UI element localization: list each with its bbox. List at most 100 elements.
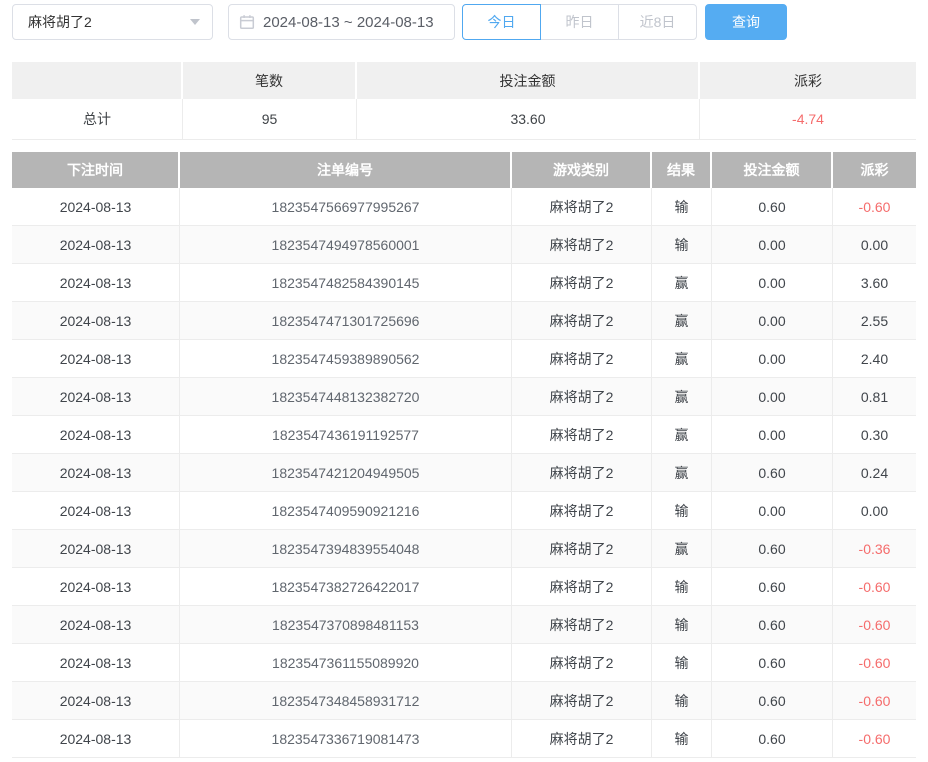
cell-payout: -0.36 <box>833 530 916 568</box>
table-row: 2024-08-131823547394839554048麻将胡了2赢0.60-… <box>12 530 916 568</box>
cell-bet-amount: 0.00 <box>712 264 833 302</box>
cell-bet-id: 1823547370898481153 <box>180 606 512 644</box>
header-bet-time: 下注时间 <box>12 152 180 188</box>
table-row: 2024-08-131823547566977995267麻将胡了2输0.60-… <box>12 188 916 226</box>
cell-bet-id: 1823547471301725696 <box>180 302 512 340</box>
cell-game-type: 麻将胡了2 <box>512 454 652 492</box>
yesterday-button[interactable]: 昨日 <box>540 4 619 40</box>
cell-bet-id: 1823547348458931712 <box>180 682 512 720</box>
cell-bet-id: 1823547436191192577 <box>180 416 512 454</box>
cell-game-type: 麻将胡了2 <box>512 682 652 720</box>
cell-bet-time: 2024-08-13 <box>12 454 180 492</box>
query-button[interactable]: 查询 <box>705 4 787 40</box>
cell-bet-amount: 0.60 <box>712 682 833 720</box>
header-payout: 派彩 <box>833 152 916 188</box>
cell-bet-amount: 0.60 <box>712 188 833 226</box>
cell-game-type: 麻将胡了2 <box>512 188 652 226</box>
summary-total-bet-amount: 33.60 <box>357 99 700 140</box>
cell-payout: -0.60 <box>833 606 916 644</box>
game-select[interactable]: 麻将胡了2 <box>12 4 213 40</box>
cell-payout: 3.60 <box>833 264 916 302</box>
calendar-icon <box>239 14 255 30</box>
cell-bet-time: 2024-08-13 <box>12 682 180 720</box>
cell-bet-amount: 0.00 <box>712 416 833 454</box>
cell-result: 输 <box>652 568 712 606</box>
cell-bet-time: 2024-08-13 <box>12 264 180 302</box>
cell-bet-amount: 0.60 <box>712 644 833 682</box>
summary-table: 笔数 投注金额 派彩 总计 95 33.60 -4.74 <box>12 62 916 140</box>
cell-game-type: 麻将胡了2 <box>512 378 652 416</box>
header-bet-amount: 投注金额 <box>712 152 833 188</box>
cell-result: 赢 <box>652 530 712 568</box>
cell-bet-id: 1823547448132382720 <box>180 378 512 416</box>
table-row: 2024-08-131823547448132382720麻将胡了2赢0.000… <box>12 378 916 416</box>
cell-game-type: 麻将胡了2 <box>512 264 652 302</box>
cell-payout: -0.60 <box>833 568 916 606</box>
cell-result: 输 <box>652 606 712 644</box>
cell-bet-time: 2024-08-13 <box>12 340 180 378</box>
game-select-value: 麻将胡了2 <box>28 12 92 32</box>
cell-bet-time: 2024-08-13 <box>12 568 180 606</box>
cell-bet-amount: 0.60 <box>712 606 833 644</box>
cell-bet-id: 1823547494978560001 <box>180 226 512 264</box>
summary-total-payout: -4.74 <box>700 99 916 140</box>
cell-bet-time: 2024-08-13 <box>12 720 180 758</box>
cell-bet-time: 2024-08-13 <box>12 492 180 530</box>
header-result: 结果 <box>652 152 712 188</box>
cell-result: 输 <box>652 644 712 682</box>
filter-toolbar: 麻将胡了2 2024-08-13 ~ 2024-08-13 今日 昨日 近8日 … <box>12 4 916 40</box>
cell-game-type: 麻将胡了2 <box>512 530 652 568</box>
summary-header-row: 笔数 投注金额 派彩 <box>12 62 916 99</box>
cell-bet-id: 1823547394839554048 <box>180 530 512 568</box>
cell-game-type: 麻将胡了2 <box>512 492 652 530</box>
cell-bet-amount: 0.60 <box>712 568 833 606</box>
cell-payout: 0.81 <box>833 378 916 416</box>
cell-result: 输 <box>652 720 712 758</box>
cell-result: 赢 <box>652 378 712 416</box>
cell-result: 输 <box>652 188 712 226</box>
cell-bet-id: 1823547336719081473 <box>180 720 512 758</box>
cell-payout: 0.00 <box>833 226 916 264</box>
cell-result: 赢 <box>652 454 712 492</box>
cell-bet-id: 1823547459389890562 <box>180 340 512 378</box>
cell-result: 输 <box>652 226 712 264</box>
cell-result: 赢 <box>652 416 712 454</box>
cell-result: 赢 <box>652 340 712 378</box>
cell-bet-amount: 0.00 <box>712 340 833 378</box>
cell-game-type: 麻将胡了2 <box>512 606 652 644</box>
cell-game-type: 麻将胡了2 <box>512 302 652 340</box>
date-quick-filters: 今日 昨日 近8日 <box>462 4 697 40</box>
cell-bet-time: 2024-08-13 <box>12 530 180 568</box>
cell-game-type: 麻将胡了2 <box>512 226 652 264</box>
cell-result: 赢 <box>652 264 712 302</box>
cell-game-type: 麻将胡了2 <box>512 416 652 454</box>
cell-payout: -0.60 <box>833 720 916 758</box>
cell-bet-id: 1823547382726422017 <box>180 568 512 606</box>
cell-bet-amount: 0.60 <box>712 720 833 758</box>
summary-total-row: 总计 95 33.60 -4.74 <box>12 99 916 140</box>
table-row: 2024-08-131823547361155089920麻将胡了2输0.60-… <box>12 644 916 682</box>
cell-game-type: 麻将胡了2 <box>512 568 652 606</box>
summary-header-count: 笔数 <box>183 62 357 99</box>
summary-header-blank <box>12 62 183 99</box>
cell-payout: 0.30 <box>833 416 916 454</box>
summary-total-label: 总计 <box>12 99 183 140</box>
bet-records-table: 下注时间 注单编号 游戏类别 结果 投注金额 派彩 2024-08-131823… <box>12 152 916 758</box>
cell-bet-time: 2024-08-13 <box>12 416 180 454</box>
cell-bet-amount: 0.00 <box>712 226 833 264</box>
last-8-days-button[interactable]: 近8日 <box>618 4 697 40</box>
bet-records-page: 麻将胡了2 2024-08-13 ~ 2024-08-13 今日 昨日 近8日 … <box>0 0 928 762</box>
cell-bet-id: 1823547421204949505 <box>180 454 512 492</box>
cell-game-type: 麻将胡了2 <box>512 644 652 682</box>
date-range-value: 2024-08-13 ~ 2024-08-13 <box>263 14 434 31</box>
cell-result: 赢 <box>652 302 712 340</box>
cell-bet-time: 2024-08-13 <box>12 226 180 264</box>
table-row: 2024-08-131823547494978560001麻将胡了2输0.000… <box>12 226 916 264</box>
header-bet-id: 注单编号 <box>180 152 512 188</box>
table-row: 2024-08-131823547348458931712麻将胡了2输0.60-… <box>12 682 916 720</box>
cell-bet-amount: 0.00 <box>712 378 833 416</box>
bet-table-body: 2024-08-131823547566977995267麻将胡了2输0.60-… <box>12 188 916 758</box>
today-button[interactable]: 今日 <box>462 4 541 40</box>
date-range-input[interactable]: 2024-08-13 ~ 2024-08-13 <box>228 4 455 40</box>
summary-header-bet-amount: 投注金额 <box>357 62 700 99</box>
